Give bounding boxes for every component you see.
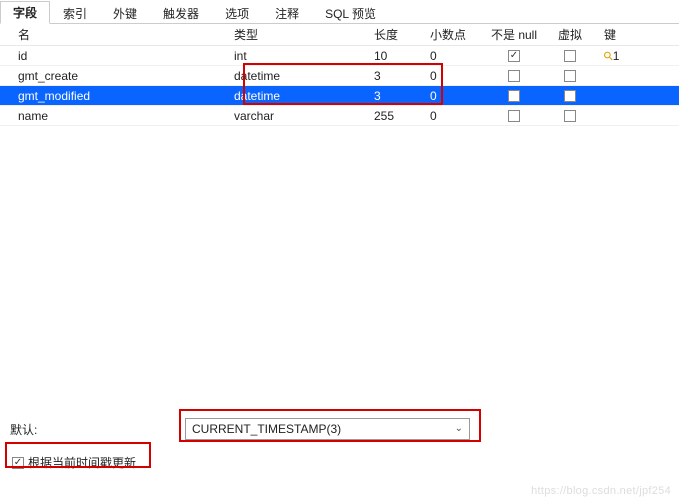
watermark: https://blog.csdn.net/jpf254 <box>531 485 671 497</box>
chevron-down-icon: ⌄ <box>455 423 463 434</box>
tab-foreign-keys[interactable]: 外键 <box>100 2 150 24</box>
notnull-checkbox[interactable] <box>508 70 520 82</box>
tab-indexes[interactable]: 索引 <box>50 2 100 24</box>
cell-decimal[interactable]: 0 <box>430 69 486 83</box>
cell-virtual <box>542 49 598 63</box>
table-row[interactable]: name varchar 255 0 <box>0 106 679 126</box>
notnull-checkbox[interactable] <box>508 110 520 122</box>
column-header-length[interactable]: 长度 <box>374 26 430 43</box>
cell-virtual <box>542 109 598 123</box>
fields-grid: id int 10 0 ⚲1 gmt_create datetime 3 0 ▶… <box>0 46 679 126</box>
virtual-checkbox[interactable] <box>564 110 576 122</box>
tab-bar: 字段 索引 外键 触发器 选项 注释 SQL 预览 <box>0 0 679 24</box>
cell-notnull <box>486 69 542 83</box>
cell-key: ⚲1 <box>598 49 658 63</box>
virtual-checkbox[interactable] <box>564 50 576 62</box>
cell-length[interactable]: 10 <box>374 49 430 63</box>
virtual-checkbox[interactable] <box>564 90 576 102</box>
cell-virtual <box>542 89 598 103</box>
cell-type[interactable]: varchar <box>234 109 374 123</box>
cell-name[interactable]: id <box>0 49 234 63</box>
notnull-checkbox[interactable] <box>508 90 520 102</box>
column-header-notnull[interactable]: 不是 null <box>486 26 542 43</box>
cell-length[interactable]: 3 <box>374 69 430 83</box>
tab-fields[interactable]: 字段 <box>0 1 50 24</box>
cell-type[interactable]: int <box>234 49 374 63</box>
cell-notnull <box>486 109 542 123</box>
table-row[interactable]: id int 10 0 ⚲1 <box>0 46 679 66</box>
cell-length[interactable]: 255 <box>374 109 430 123</box>
cell-type[interactable]: datetime <box>234 69 374 83</box>
cell-virtual <box>542 69 598 83</box>
tab-sql-preview[interactable]: SQL 预览 <box>312 2 389 24</box>
column-header-name[interactable]: 名 <box>0 26 234 43</box>
notnull-checkbox[interactable] <box>508 50 520 62</box>
tab-comments[interactable]: 注释 <box>262 2 312 24</box>
update-on-timestamp-row[interactable]: 根据当前时间戳更新 <box>8 450 144 475</box>
column-header-virtual[interactable]: 虚拟 <box>542 26 598 43</box>
virtual-checkbox[interactable] <box>564 70 576 82</box>
cell-type[interactable]: datetime <box>234 89 374 103</box>
cell-name[interactable]: name <box>0 109 234 123</box>
tab-triggers[interactable]: 触发器 <box>150 2 212 24</box>
cell-decimal[interactable]: 0 <box>430 49 486 63</box>
update-on-timestamp-checkbox[interactable] <box>12 457 24 469</box>
cell-length[interactable]: 3 <box>374 89 430 103</box>
cell-notnull <box>486 49 542 63</box>
column-header-decimal[interactable]: 小数点 <box>430 26 486 43</box>
cell-name[interactable]: gmt_modified <box>0 89 234 103</box>
cell-name[interactable]: gmt_create <box>0 69 234 83</box>
column-header-type[interactable]: 类型 <box>234 26 374 43</box>
field-properties-panel: 默认: CURRENT_TIMESTAMP(3) ⌄ 根据当前时间戳更新 <box>0 415 679 475</box>
cell-notnull <box>486 89 542 103</box>
tab-options[interactable]: 选项 <box>212 2 262 24</box>
cell-decimal[interactable]: 0 <box>430 109 486 123</box>
cell-decimal[interactable]: 0 <box>430 89 486 103</box>
default-value: CURRENT_TIMESTAMP(3) <box>192 422 341 436</box>
default-label: 默认: <box>10 421 185 438</box>
column-header-key[interactable]: 键 <box>598 26 658 43</box>
table-row[interactable]: ▶ gmt_modified datetime 3 0 <box>0 86 679 106</box>
table-row[interactable]: gmt_create datetime 3 0 <box>0 66 679 86</box>
default-combobox[interactable]: CURRENT_TIMESTAMP(3) ⌄ <box>185 418 470 440</box>
update-on-timestamp-label: 根据当前时间戳更新 <box>28 454 136 471</box>
column-header-row: 名 类型 长度 小数点 不是 null 虚拟 键 <box>0 24 679 46</box>
default-row: 默认: CURRENT_TIMESTAMP(3) ⌄ <box>0 415 679 446</box>
